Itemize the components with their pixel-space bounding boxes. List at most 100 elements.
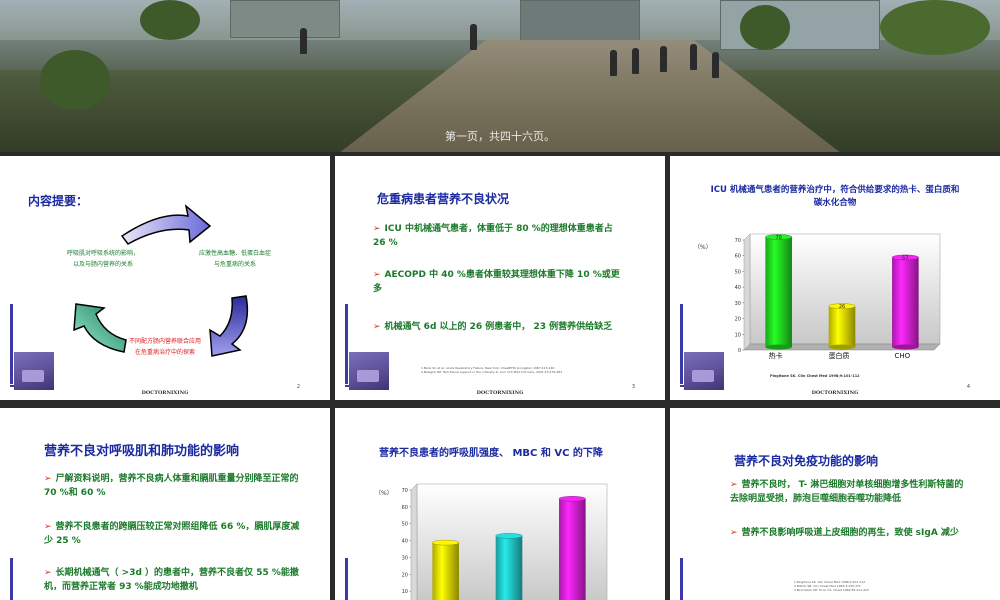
bar	[828, 306, 856, 347]
slide-accent-bar	[680, 304, 683, 384]
y-tick-label: 30	[735, 301, 741, 307]
cycle-item-line: 应激性高血糖、低蛋白血症	[198, 250, 271, 257]
cycle-item-3: 不同配方肠内营养联合应用 在危重病治疗中的探索	[110, 336, 220, 358]
bullet-text: 营养不良影响呼吸道上皮细胞的再生，致使 sIgA 减少	[741, 528, 959, 538]
y-tick-label: 10	[735, 332, 741, 338]
bar	[765, 237, 792, 347]
bullet-text: ICU 中机械通气患者，体重低于 80 %的理想体重患者占 26 %	[373, 224, 613, 248]
bullet-arrow-icon: ➢	[44, 522, 52, 532]
bar	[432, 542, 459, 600]
slide-footer-brand: DOCTORNIXING	[141, 390, 189, 396]
slide-title: 营养不良对呼吸肌和肺功能的影响	[44, 444, 240, 459]
x-category-label: CHO	[894, 352, 910, 360]
reference-line: 3.Bercheierr KE. Econ CS. Chest 1984;85:…	[794, 588, 869, 592]
banner-tree	[880, 0, 990, 55]
bullet-arrow-icon: ➢	[44, 568, 52, 578]
bullet-text: 营养不良时， T- 淋巴细胞对单核细胞增多性利斯特菌的去除明显受损，肺泡巨噬细胞…	[730, 480, 964, 504]
bullet-arrow-icon: ➢	[373, 270, 381, 280]
reference-line: 2.Belegrin RE. Nutritional support in th…	[421, 370, 563, 374]
bar-chart-respiratory: 10 20 30 40 50 60 70	[402, 483, 608, 600]
cycle-item-1: 呼吸肌对呼吸系统的影响， 以及与肠内营养的关系	[48, 248, 158, 270]
bar-top	[558, 496, 586, 502]
slide-thumbnail-7[interactable]: 营养不良对免疫功能的影响 ➢ 营养不良时， T- 淋巴细胞对单核细胞增多性利斯特菌…	[670, 408, 1000, 600]
slide-accent-bar	[680, 558, 683, 600]
bullet-item: ➢ ICU 中机械通气患者，体重低于 80 %的理想体重患者占 26 %	[373, 222, 623, 250]
bullet-arrow-icon: ➢	[730, 528, 738, 538]
slide-thumbnail-6[interactable]: 营养不良患者的呼吸肌强度、 MBC 和 VC 的下降 （%） 10 20 30 40 5…	[335, 408, 665, 600]
banner-person	[660, 46, 667, 72]
y-tick-label: 10	[402, 589, 408, 595]
banner-person	[610, 50, 617, 76]
chart-side-wall	[743, 233, 751, 351]
bullet-item: ➢ AECOPD 中 40 %患者体重较其理想体重下降 10 %或更多	[373, 268, 623, 296]
bar	[495, 535, 523, 600]
y-tick-label: 40	[402, 539, 408, 545]
bullet-text: 尸解资料说明，营养不良病人体重和膈肌重量分别降至正常的 70 %和 60 %	[44, 474, 299, 498]
slide-page-number: 4	[966, 384, 970, 390]
bullet-item: ➢ 机械通气 6d 以上的 26 例患者中， 23 例营养供给缺乏	[373, 320, 623, 334]
bar-base	[765, 344, 792, 350]
bullet-text: 机械通气 6d 以上的 26 例患者中， 23 例营养供给缺乏	[384, 322, 613, 332]
slide-accent-bar	[345, 558, 348, 600]
bullet-arrow-icon: ➢	[44, 474, 52, 484]
bullet-text: 营养不良患者的跨膈压较正常对照组降低 66 %，膈肌厚度减少 25 %	[44, 522, 300, 546]
slide-page-number: 2	[296, 384, 300, 390]
banner-caption: 第一页，共四十六页。	[445, 130, 555, 143]
chart-side-wall	[410, 483, 418, 600]
slide-footer-brand: DOCTORNIXING	[476, 390, 524, 396]
y-tick-label: 60	[735, 254, 741, 260]
y-tick-label: 50	[402, 522, 408, 528]
y-tick-label: 70	[735, 238, 741, 244]
slide-thumbnail-3[interactable]: 危重病患者营养不良状况 ➢ ICU 中机械通气患者，体重低于 80 %的理想体重患…	[335, 156, 665, 400]
bar-top	[432, 539, 460, 546]
bullet-arrow-icon: ➢	[730, 480, 738, 490]
banner-person	[470, 24, 477, 50]
y-tick-label: 70	[402, 488, 408, 494]
bullet-text: 长期机械通气（ >3d ）的患者中，营养不良者仅 55 %能撤机，而营养正常者 …	[44, 568, 299, 592]
bullet-arrow-icon: ➢	[373, 224, 381, 234]
banner-tree	[40, 50, 110, 110]
bar-base	[892, 344, 919, 350]
slide-references: 1.Pingitone SK. Clin Chest Med 1988;9:10…	[794, 580, 964, 592]
slide-thumbnail-5[interactable]: 营养不良对呼吸肌和肺功能的影响 ➢ 尸解资料说明，营养不良病人体重和膈肌重量分别降…	[0, 408, 330, 600]
slide-title: 营养不良对免疫功能的影响	[734, 454, 879, 468]
bar-value-label: 57	[902, 255, 908, 261]
bullet-item: ➢ 营养不良时， T- 淋巴细胞对单核细胞增多性利斯特菌的去除明显受损，肺泡巨噬细…	[730, 478, 970, 506]
slide-thumbnail-2[interactable]: 内容提要： 呼吸肌对呼吸系统的影响， 以及与肠内营养的关系 应激性高血糖、低蛋白…	[0, 156, 330, 400]
slide-thumbnail-4[interactable]: ICU 机械通气患者的营养治疗中，符合供给要求的热卡、蛋白质和碳水化合物 （%）…	[670, 156, 1000, 400]
slide-accent-bar	[10, 304, 13, 384]
banner-tree	[140, 0, 200, 40]
y-tick-label: 40	[735, 285, 741, 291]
banner-person	[690, 44, 697, 70]
bullet-text: AECOPD 中 40 %患者体重较其理想体重下降 10 %或更多	[373, 270, 620, 294]
cycle-item-line: 与危重病的关系	[213, 261, 256, 268]
y-tick-label: 50	[735, 269, 741, 275]
bullet-item: ➢ 尸解资料说明，营养不良病人体重和膈肌重量分别降至正常的 70 %和 60 %	[44, 472, 304, 500]
slide-title: 危重病患者营养不良状况	[377, 192, 510, 206]
cycle-item-line: 不同配方肠内营养联合应用	[128, 338, 201, 345]
cycle-arrow-top	[120, 204, 212, 245]
y-tick-label: 20	[402, 572, 408, 578]
chart-source: Pingitone SK. Clin Chest Med 1998;9:101-…	[770, 374, 860, 378]
slide-accent-bar	[10, 558, 13, 600]
slide-page-number: 3	[631, 384, 635, 390]
y-tick-label: 20	[735, 317, 741, 323]
top-banner-photo: 第一页，共四十六页。	[0, 0, 1000, 152]
cycle-item-line: 呼吸肌对呼吸系统的影响，	[66, 250, 139, 257]
slide-corner-image	[14, 352, 54, 390]
y-tick-label: 0	[738, 348, 741, 354]
banner-person	[712, 52, 719, 78]
bullet-item: ➢ 营养不良患者的跨膈压较正常对照组降低 66 %，膈肌厚度减少 25 %	[44, 520, 304, 548]
banner-person	[632, 48, 639, 74]
bar-value-label: 70	[775, 235, 781, 241]
slide-references: 1.Benz SC et al. Acute Respiratory Failu…	[421, 366, 621, 374]
bullet-item: ➢ 营养不良影响呼吸道上皮细胞的再生，致使 sIgA 减少	[730, 526, 970, 540]
banner-building	[520, 0, 640, 42]
bullet-item: ➢ 长期机械通气（ >3d ）的患者中，营养不良者仅 55 %能撤机，而营养正常者…	[44, 566, 304, 594]
bar-base	[828, 344, 856, 350]
banner-building	[230, 0, 340, 38]
x-category-label: 蛋白质	[829, 351, 850, 360]
bar-value-label: 26	[839, 304, 845, 310]
slide-footer-brand: DOCTORNIXING	[811, 390, 859, 396]
banner-person	[300, 28, 307, 54]
